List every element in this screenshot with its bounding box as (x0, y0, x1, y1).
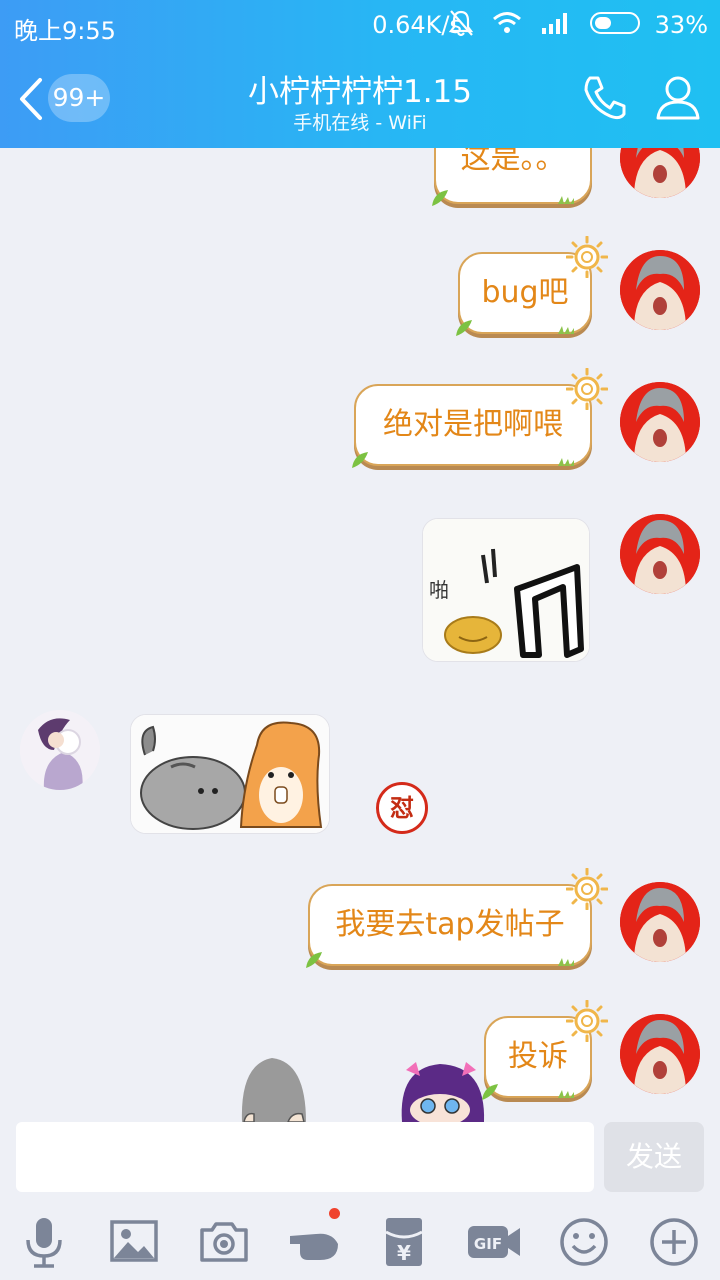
image-icon[interactable] (106, 1214, 162, 1270)
microphone-icon[interactable] (16, 1214, 72, 1270)
cat-dog-sticker-image (131, 715, 329, 833)
signal-icon (542, 13, 567, 34)
plus-icon[interactable] (646, 1214, 702, 1270)
composer: 发送 ¥ GIF (0, 1122, 720, 1280)
avatar-image (620, 882, 700, 962)
message-bubble[interactable]: bug吧 (456, 236, 608, 336)
message-text: 我要去tap发帖子 (335, 907, 565, 942)
grass-icon (558, 1090, 574, 1098)
status-icons (448, 8, 640, 38)
my-avatar[interactable] (620, 250, 700, 330)
sun-icon (566, 868, 608, 910)
avatar-image (620, 250, 700, 330)
my-avatar[interactable] (620, 1014, 700, 1094)
sun-icon (566, 1000, 608, 1042)
grass-icon (558, 958, 574, 966)
sticker-message[interactable]: 啪 (422, 518, 590, 662)
notification-dot (329, 1208, 340, 1219)
avatar-image (620, 514, 700, 594)
status-bar: 晚上9:55 0.64K/s 33% (0, 0, 720, 50)
grass-icon (558, 196, 574, 204)
peeking-character-gray (241, 1058, 306, 1122)
battery-percent: 33% (654, 11, 708, 39)
friend-avatar-image (20, 710, 100, 790)
avatar-image (620, 382, 700, 462)
my-avatar[interactable] (620, 382, 700, 462)
message-input[interactable] (16, 1122, 594, 1192)
friend-avatar[interactable] (20, 710, 100, 790)
message-text: bug吧 (481, 275, 569, 310)
composer-toolbar: ¥ GIF (0, 1208, 720, 1274)
gif-icon: GIF (468, 1226, 520, 1258)
sun-icon (566, 368, 608, 410)
message-bubble[interactable]: 我要去tap发帖子 (306, 868, 608, 968)
leaf-icon (306, 952, 322, 968)
leaf-icon (456, 320, 472, 336)
sticker-image: 啪 (423, 519, 589, 661)
message-list[interactable]: 这是。。 bug吧 绝对是把啊喂 啪 怼 我要去tap发帖子 投诉 (0, 148, 720, 1122)
poke-button[interactable] (286, 1208, 342, 1270)
sun-icon (566, 236, 608, 278)
message-text: 绝对是把啊喂 (383, 407, 563, 442)
mute-icon (448, 10, 474, 37)
chat-header: 晚上9:55 0.64K/s 33% 99+ 小柠柠柠柠1.15 手机在线 - … (0, 0, 720, 148)
emoji-icon[interactable] (556, 1214, 612, 1270)
profile-icon[interactable] (652, 72, 704, 124)
my-avatar[interactable] (620, 148, 700, 198)
phone-icon[interactable] (580, 72, 632, 124)
status-time: 晚上9:55 (14, 17, 116, 45)
wifi-icon (493, 12, 521, 33)
red-packet-icon: ¥ (385, 1218, 423, 1266)
message-text: 这是。。 (460, 148, 566, 176)
leaf-icon (352, 452, 368, 468)
my-avatar[interactable] (620, 514, 700, 594)
leaf-icon (482, 1084, 498, 1100)
gif-button[interactable]: GIF (466, 1214, 522, 1270)
message-bubble[interactable]: 这是。。 (432, 148, 592, 206)
gif-label: GIF (474, 1235, 502, 1253)
avatar-image (620, 148, 700, 198)
avatar-image (620, 1014, 700, 1094)
message-bubble[interactable]: 绝对是把啊喂 (352, 368, 608, 468)
sticker-message[interactable] (130, 714, 330, 834)
camera-icon[interactable] (196, 1214, 252, 1270)
poke-icon (290, 1233, 338, 1260)
sticker-text: 啪 (429, 578, 449, 602)
grass-icon (558, 458, 574, 466)
battery-icon (590, 12, 640, 34)
message-bubble[interactable]: 投诉 (482, 1000, 608, 1100)
red-packet-button[interactable]: ¥ (376, 1214, 432, 1270)
reaction-badge[interactable]: 怼 (376, 782, 428, 834)
currency-symbol: ¥ (397, 1241, 411, 1265)
message-text: 投诉 (508, 1039, 568, 1074)
send-button[interactable]: 发送 (604, 1122, 704, 1192)
peeking-character-girl (401, 1062, 485, 1122)
grass-icon (558, 326, 574, 334)
my-avatar[interactable] (620, 882, 700, 962)
leaf-icon (432, 190, 448, 206)
